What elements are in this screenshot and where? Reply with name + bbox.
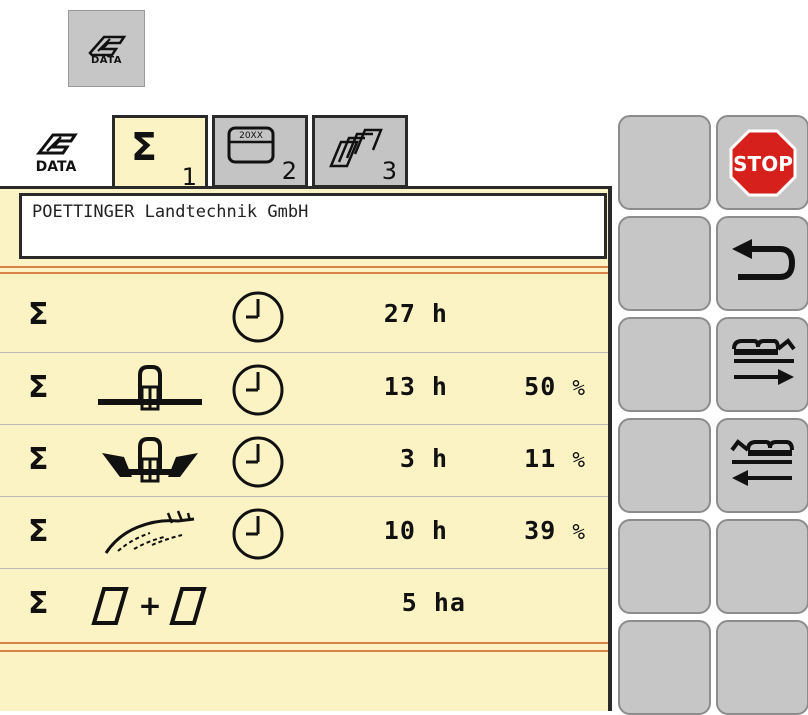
move-left-icon [729,438,794,486]
data-menu-button[interactable]: DATA [68,10,145,87]
row-total-hours: Σ 27 h [0,280,608,352]
year-counter-label: 20XX [239,131,263,141]
clock-icon [232,364,284,416]
softkey-left-2[interactable] [618,216,711,311]
clock-icon [232,508,284,560]
clock-icon [232,291,284,343]
softkey-left-4[interactable] [618,418,711,513]
sigma-label: Σ [28,370,49,405]
move-left-button[interactable] [716,418,808,513]
softkey-left-3[interactable] [618,317,711,412]
sigma-label: Σ [28,586,49,621]
total-hours-value: 27 h [383,299,448,328]
back-arrow-icon [731,238,795,280]
softkey-panel: STOP [612,113,808,715]
headland-percent-number: 11 [524,444,557,473]
stop-sign-icon: STOP [729,129,796,196]
transport-hours-value: 13 h [383,372,448,401]
mower-transport-icon [98,365,202,411]
softkey-left-5[interactable] [618,519,711,614]
headland-hours-value: 3 h [399,444,448,473]
move-right-button[interactable] [716,317,808,412]
data-logo-icon [35,133,78,154]
tab-yearly-number: 2 [281,157,297,185]
area-sum-icon: + [91,587,207,625]
headland-percent-value: 11 % [486,444,586,473]
row-working-hours: Σ 10 h 39 % [0,497,608,569]
move-right-icon [731,337,796,385]
working-percent-number: 39 [524,516,557,545]
clock-icon [232,436,284,488]
percent-sign: % [572,448,586,472]
softkey-right-6[interactable] [716,620,808,715]
company-name-text: POETTINGER Landtechnik GmbH [32,202,309,222]
mowing-work-icon [104,510,195,554]
divider-top-1 [0,266,608,268]
back-button[interactable] [716,216,808,311]
tab-data[interactable]: DATA [0,115,112,188]
total-area-value: 5 ha [401,588,466,617]
percent-sign: % [572,376,586,400]
stop-button[interactable]: STOP [716,115,808,210]
row-total-area: Σ + 5 ha [0,569,608,641]
row-headland-hours: Σ 3 h 11 % [0,425,608,497]
tab-yearly[interactable]: 20XX 2 [212,115,308,188]
sigma-label: Σ [28,442,49,477]
area-plus-sign: + [138,589,161,622]
divider-bottom-1 [0,642,608,644]
mower-headland-icon [102,437,198,483]
softkey-right-5[interactable] [716,519,808,614]
tab-totals[interactable]: Σ 1 [112,115,208,191]
year-counter-icon: 20XX [227,126,275,164]
sigma-label: Σ [28,297,49,332]
stacked-fields-icon [329,128,383,168]
softkey-left-1[interactable] [618,115,711,210]
row-transport-hours: Σ 13 h 50 % [0,353,608,425]
percent-sign: % [572,520,586,544]
tab-fields[interactable]: 3 [312,115,408,188]
stop-label: STOP [733,152,793,176]
softkey-left-6[interactable] [618,620,711,715]
company-name-field[interactable]: POETTINGER Landtechnik GmbH [19,193,607,259]
divider-top-2 [0,272,608,274]
tab-totals-sigma: Σ [131,125,157,169]
transport-percent-value: 50 % [486,372,586,401]
data-menu-label: DATA [90,55,123,66]
working-percent-value: 39 % [486,516,586,545]
divider-bottom-2 [0,650,608,652]
transport-percent-number: 50 [524,372,557,401]
tab-fields-number: 3 [381,157,397,185]
tab-data-label: DATA [35,158,77,175]
sigma-label: Σ [28,514,49,549]
working-hours-value: 10 h [383,516,448,545]
